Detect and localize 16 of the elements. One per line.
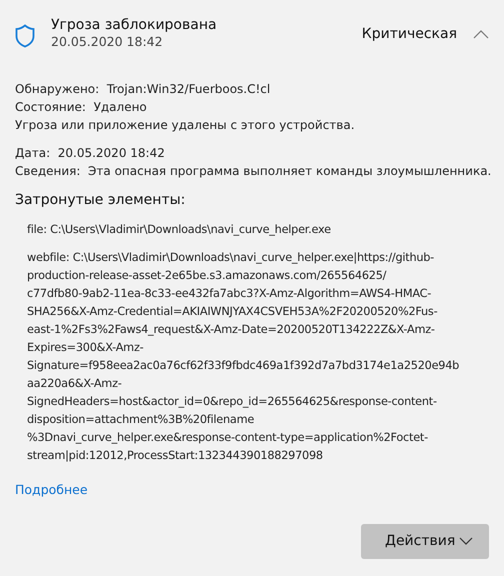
actions-button[interactable]: Действия (361, 524, 489, 559)
threat-title: Угроза заблокирована (51, 16, 218, 34)
detail-line: Угроза или приложение удалены с этого устройства. (15, 117, 356, 134)
shield-icon (15, 24, 35, 48)
detail-line: Обнаружено: Trojan:Win32/Fuerboos.C!cl (15, 81, 272, 98)
detail-line: Дата: 20.05.2020 18:42 (15, 145, 166, 162)
chevron-icon (459, 537, 473, 546)
severity-label: Критическая (362, 25, 457, 44)
threat-date: 20.05.2020 18:42 (51, 34, 164, 50)
affected-item-path: file: C:\Users\Vladimir\Downloads\navi_curve_helper.exe (26, 222, 332, 238)
affected-item-path: webfile: C:\Users\Vladimir\Downloads\navi_curve_helper.exe|https://github- production-release-asset-2e65be.s3.amazonaws.com/265564625/ c77dfb80-9ab2-11ea-8c33-ee432fa7abc3?X-Amz-Algorithm=AWS4-HMAC- SHA256&X-Amz-Credential=AKIAIWNJYAX4CSVEH53A%2F20200520%2Fus- east-1%2Fs3%2Faws4_request&X-Amz-Date=20200520T134222Z&X-Amz- Expires=300&X-Amz- Signature=f958eea2ac0a76cf62f33f9fbdc469a1f392d7a7bd3174e1a2520e94b aa220a6&X-Amz- SignedHeaders=host&actor_id=0&repo_id=265564625&response-content- disposition=attachment%3B%20filename %3Dnavi_curve_helper.exe&response-content-type=application%2Foctet- stream|pid:12012,ProcessStart:132344390188297098 (26, 250, 460, 464)
detail-line: Сведения: Эта опасная программа выполняет команды злоумышленника. (15, 163, 489, 180)
section-heading: Затронутые элементы: (15, 191, 186, 210)
chevron-icon[interactable] (473, 30, 489, 39)
more-link[interactable]: Подробнее (15, 482, 88, 497)
detail-line: Состояние: Удалено (15, 99, 148, 116)
